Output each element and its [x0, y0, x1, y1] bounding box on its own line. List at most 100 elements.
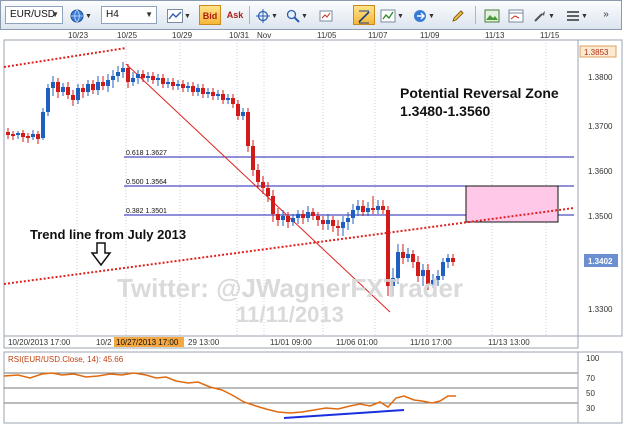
crosshair-icon [256, 8, 271, 23]
chart-toolbar: EUR/USD ▼ ▼ H4 ▼ ▼ Bid Ask ▼ ▼ ▼ ▼ ▼ ▼ » [0, 0, 622, 30]
candle-body [301, 214, 305, 218]
candle-body [231, 98, 235, 104]
ask-button[interactable]: Ask [225, 5, 245, 25]
symbol-value: EUR/USD [10, 9, 56, 20]
timeframe-select[interactable]: H4 ▼ [101, 6, 157, 24]
candle-body [256, 170, 260, 182]
fib-label-500: 0.500 1.3564 [126, 179, 167, 186]
candle-body [191, 86, 195, 92]
candle-body [171, 82, 175, 86]
bid-button[interactable]: Bid [199, 5, 221, 25]
candle-body [291, 218, 295, 222]
top-date-label: 11/07 [368, 31, 388, 40]
candle-body [236, 104, 240, 116]
candle-body [351, 210, 355, 218]
navigate-icon [414, 9, 427, 22]
candle-body [331, 220, 335, 226]
top-date-label: 11/05 [317, 31, 337, 40]
candle-body [266, 188, 270, 196]
bottom-date-label: 11/10 17:00 [410, 338, 452, 347]
candle-body [101, 82, 105, 86]
rsi-label: RSI(EUR/USD.Close, 14): 45.66 [8, 355, 124, 364]
toolbar-overflow-button[interactable]: » [597, 5, 615, 25]
candle-body [306, 212, 310, 218]
magnifier-icon [286, 9, 300, 23]
reversal-zone-range: 1.3480-1.3560 [400, 103, 491, 119]
candle-body [216, 94, 220, 96]
pencil-button[interactable] [447, 5, 469, 25]
globe-button[interactable]: ▼ [69, 5, 93, 25]
bottom-date-label: 10/2 [96, 338, 112, 347]
candle-body [206, 92, 210, 94]
menu-button[interactable]: ▼ [563, 5, 591, 25]
candle-body [21, 133, 25, 137]
candle-body [296, 214, 300, 218]
bottom-date-label: 11/06 01:00 [336, 338, 378, 347]
candle-body [31, 134, 35, 137]
symbol-select[interactable]: EUR/USD ▼ [5, 6, 63, 24]
pencil-icon [452, 9, 464, 22]
studies-button[interactable]: ▼ [379, 5, 405, 25]
price-axis[interactable]: 1.3853 1.3800 1.3700 1.3600 1.3500 1.340… [577, 39, 623, 337]
timeframe-value: H4 [106, 9, 119, 20]
top-date-label: Nov [257, 31, 271, 40]
rsi-axis-label: 100 [586, 354, 600, 363]
bottom-date-axis[interactable]: 10/20/2013 17:00 10/2 10/27/2013 17:00 2… [3, 335, 579, 349]
price-label-high: 1.3853 [584, 48, 609, 57]
candle-body [341, 222, 345, 228]
candle-body [381, 206, 385, 210]
chart-type-icon [167, 8, 184, 23]
compare-button[interactable] [315, 5, 337, 25]
trendline-tool-icon [358, 10, 370, 24]
candle-body [136, 74, 140, 78]
candle-body [281, 216, 285, 220]
candle-body [81, 88, 85, 92]
zoom-tool-button[interactable]: ▼ [285, 5, 309, 25]
candle-body [241, 112, 245, 116]
candle-body [446, 258, 450, 262]
candle-body [321, 220, 325, 224]
crosshair-date-label: 10/27/2013 17:00 [116, 338, 179, 347]
candle-body [186, 86, 190, 88]
candle-body [111, 76, 115, 80]
crosshair-tool-button[interactable]: ▼ [255, 5, 279, 25]
template-icon [508, 9, 524, 23]
candle-body [166, 82, 170, 84]
navigation-button[interactable]: ▼ [411, 5, 437, 25]
top-date-label: 10/31 [229, 31, 250, 40]
candle-body [366, 208, 370, 212]
candle-body [161, 78, 165, 84]
candle-body [51, 82, 55, 88]
template-button[interactable] [505, 5, 527, 25]
draw-tool-button[interactable] [353, 5, 375, 25]
current-price-label: 1.3402 [588, 257, 613, 266]
candle-body [276, 214, 280, 220]
candle-body [401, 252, 405, 258]
candle-body [41, 112, 45, 138]
rsi-axis-label: 70 [586, 374, 595, 383]
price-label: 1.3700 [588, 122, 613, 131]
chart-type-button[interactable]: ▼ [167, 5, 191, 25]
candle-body [66, 87, 70, 95]
bottom-date-label: 11/13 13:00 [488, 338, 530, 347]
candle-body [106, 80, 110, 86]
layout-button[interactable] [481, 5, 503, 25]
candle-body [151, 76, 155, 80]
toolbar-separator [249, 6, 250, 24]
bottom-date-label: 11/01 09:00 [270, 338, 312, 347]
toolbar-separator [475, 6, 476, 24]
top-date-label: 10/23 [68, 31, 89, 40]
top-date-axis: 10/23 10/25 10/29 10/31 Nov 11/05 11/07 … [68, 31, 560, 40]
rsi-panel[interactable]: RSI(EUR/USD.Close, 14): 45.66 100 70 50 … [3, 351, 623, 424]
candle-body [201, 88, 205, 94]
candle-body [46, 88, 50, 112]
candle-body [406, 254, 410, 258]
candle-body [26, 136, 30, 138]
compare-icon [319, 10, 333, 22]
tools-button[interactable]: ▼ [531, 5, 557, 25]
candle-body [251, 146, 255, 170]
candle-body [156, 78, 160, 80]
candle-body [86, 84, 90, 92]
candle-body [286, 216, 290, 222]
candle-body [316, 216, 320, 220]
